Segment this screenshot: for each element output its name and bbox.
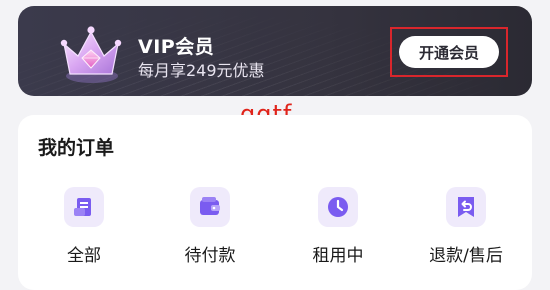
document-icon bbox=[64, 187, 104, 227]
order-tab-label: 退款/售后 bbox=[429, 246, 503, 266]
orders-section-title: 我的订单 bbox=[38, 137, 115, 159]
order-tab-label: 租用中 bbox=[312, 246, 364, 266]
order-tab-label: 待付款 bbox=[184, 246, 236, 266]
refund-icon bbox=[446, 187, 486, 227]
crown-icon bbox=[60, 26, 122, 83]
order-tab-all[interactable]: 全部 bbox=[24, 187, 144, 266]
my-orders-card: 我的订单 全部 待付款 租用中 退款/售后 bbox=[18, 115, 532, 290]
order-tab-pending-payment[interactable]: 待付款 bbox=[150, 187, 270, 266]
order-tab-refund-aftersale[interactable]: 退款/售后 bbox=[406, 187, 526, 266]
open-membership-button[interactable]: 开通会员 bbox=[399, 36, 499, 68]
vip-subtitle: 每月享249元优惠 bbox=[138, 61, 265, 80]
vip-banner[interactable]: VIP会员 每月享249元优惠 开通会员 bbox=[18, 6, 532, 96]
open-membership-highlight: 开通会员 bbox=[390, 27, 508, 77]
clock-icon bbox=[318, 187, 358, 227]
order-tab-renting[interactable]: 租用中 bbox=[278, 187, 398, 266]
order-tab-label: 全部 bbox=[67, 246, 101, 266]
vip-title: VIP会员 bbox=[138, 36, 215, 58]
wallet-icon bbox=[190, 187, 230, 227]
